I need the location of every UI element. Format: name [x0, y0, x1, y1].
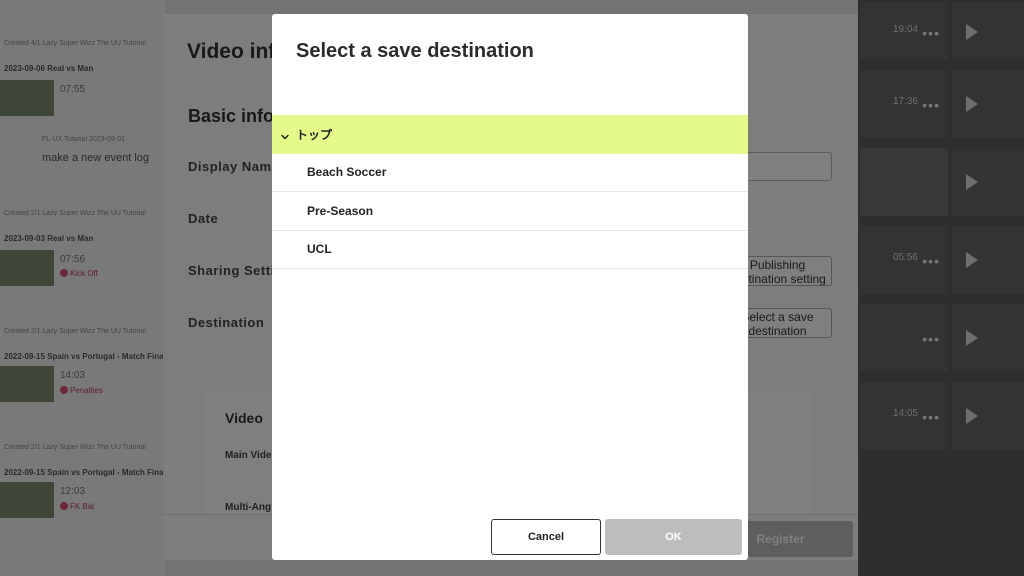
dialog-title: Select a save destination [296, 40, 534, 62]
dialog-actions: Cancel OK [272, 519, 748, 560]
folder-item-top[interactable]: トップ [272, 115, 748, 154]
chevron-down-icon[interactable] [280, 129, 290, 140]
folder-label: Pre-Season [307, 203, 374, 218]
cancel-button[interactable]: Cancel [491, 519, 601, 555]
folder-label: トップ [296, 127, 333, 142]
folder-item-ucl[interactable]: UCL [272, 231, 748, 269]
folder-item-beach-soccer[interactable]: Beach Soccer [272, 154, 748, 192]
folder-label: UCL [307, 242, 332, 257]
folder-label: Beach Soccer [307, 165, 387, 180]
select-destination-dialog: Select a save destination トップ Beach Socc… [272, 14, 748, 560]
ok-button[interactable]: OK [605, 519, 742, 555]
folder-tree: トップ Beach Soccer Pre-Season UCL [272, 115, 748, 269]
folder-item-pre-season[interactable]: Pre-Season [272, 192, 748, 231]
